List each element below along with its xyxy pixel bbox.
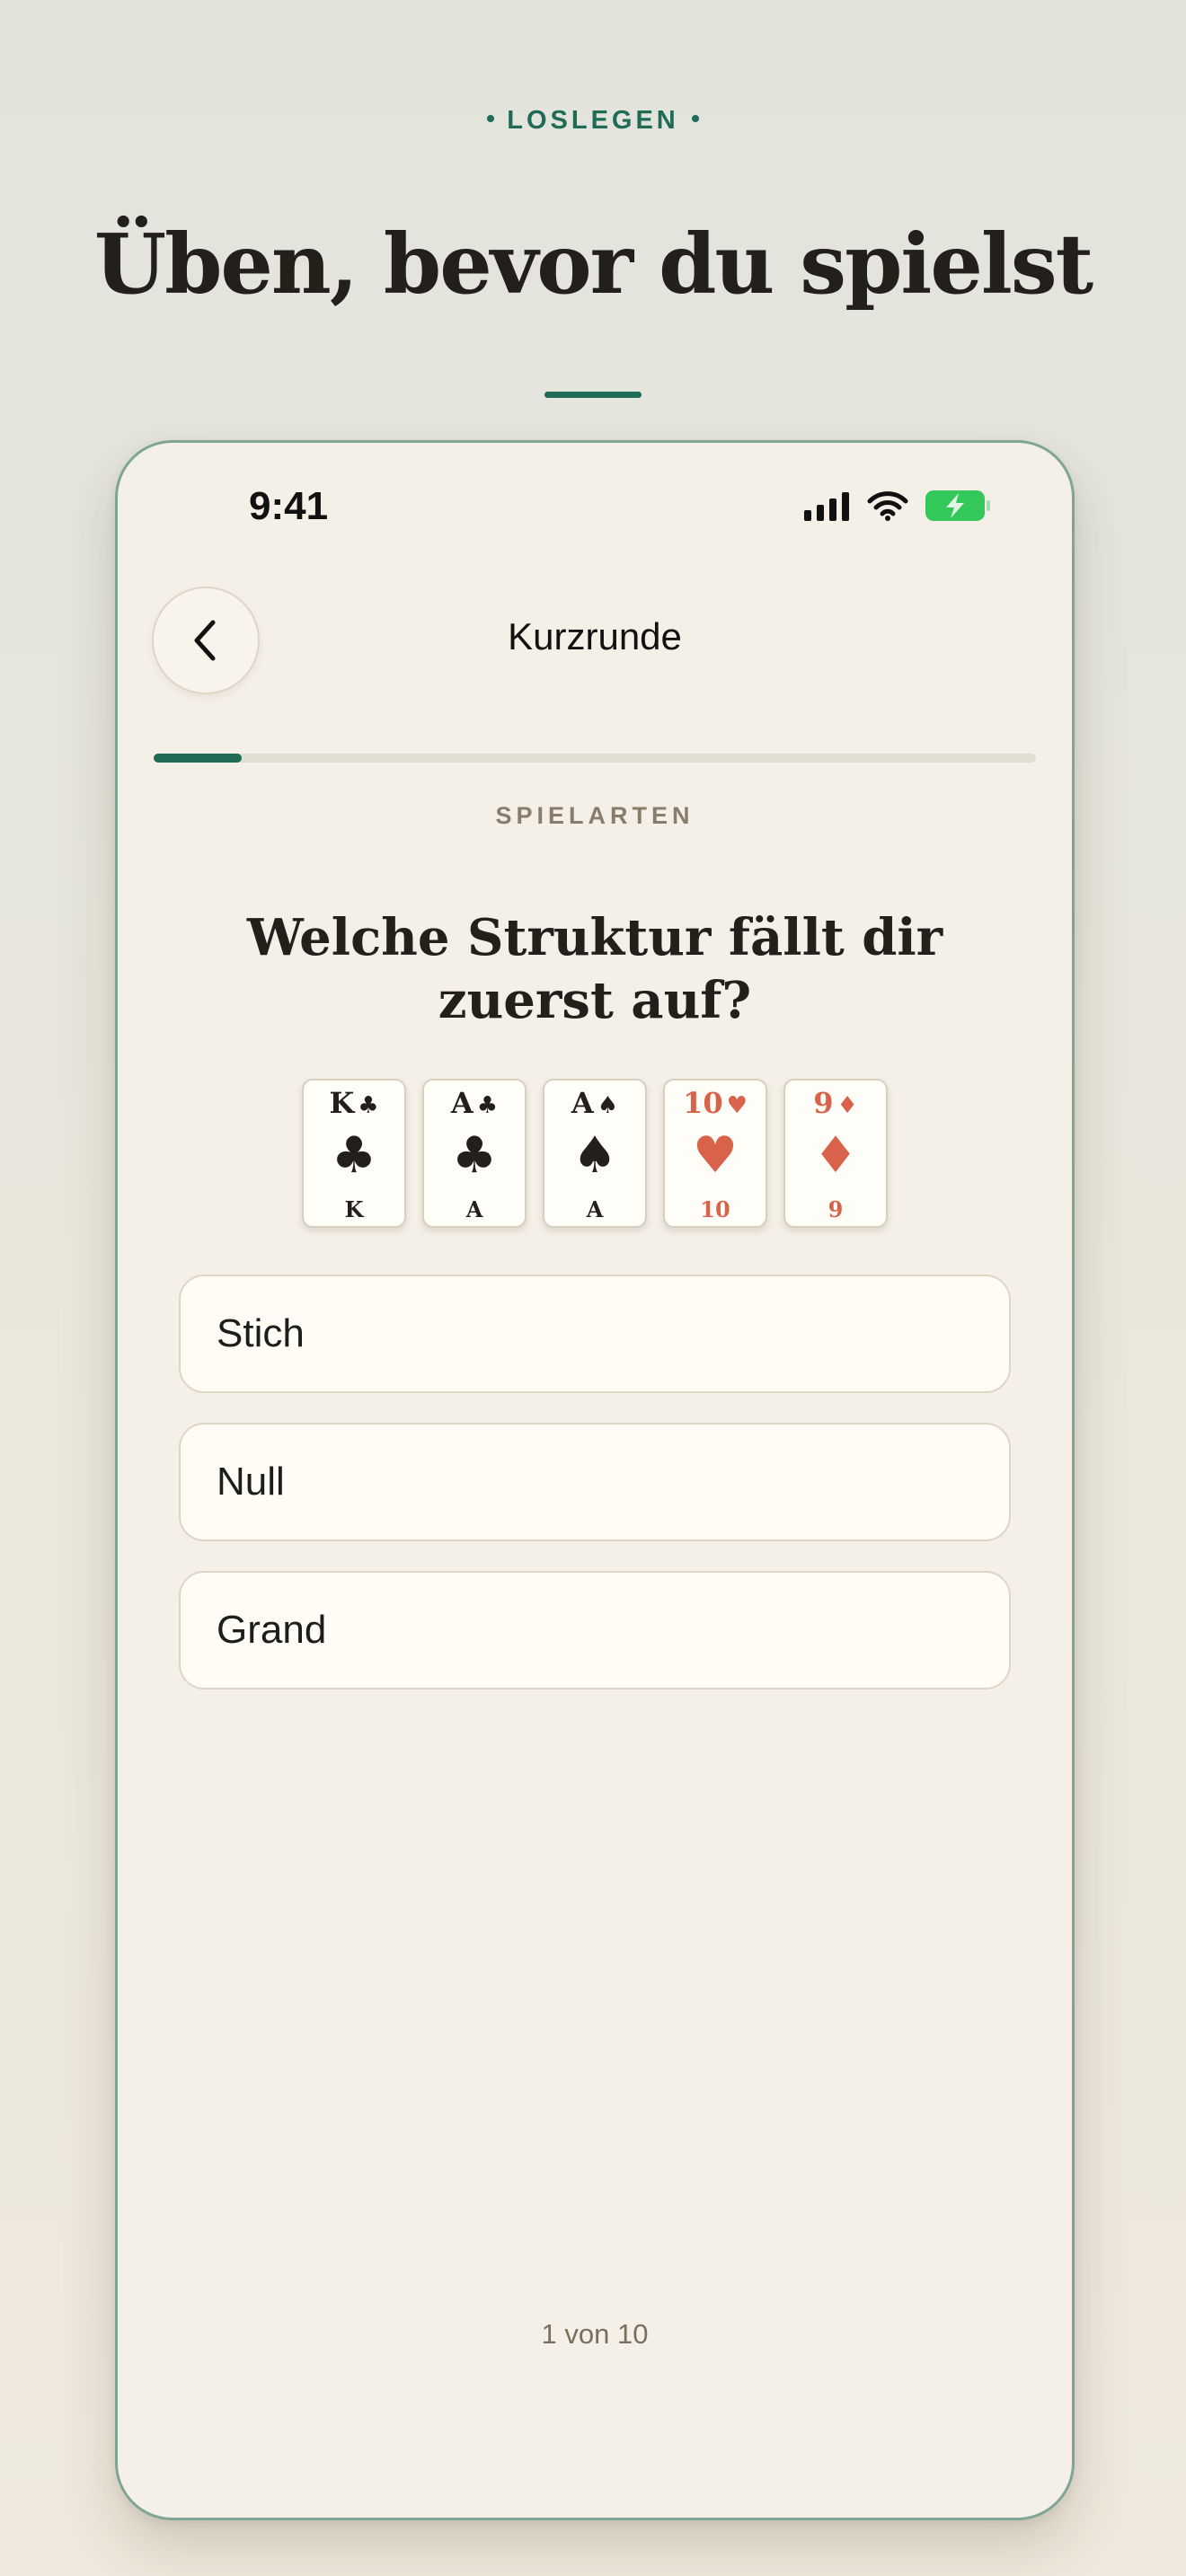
- cellular-signal-icon: [804, 492, 849, 521]
- answer-option-grand[interactable]: Grand: [179, 1571, 1011, 1689]
- playing-card: A ♣ ♣ A: [422, 1079, 527, 1228]
- card-corner: A ♠: [544, 1086, 645, 1120]
- answer-option-label: Grand: [217, 1608, 327, 1652]
- question-category: SPIELARTEN: [495, 802, 695, 829]
- eyebrow: LOSLEGEN: [0, 106, 1186, 136]
- nav-title: Kurzrunde: [508, 615, 682, 657]
- card-suit-icon: ♦: [812, 1126, 859, 1185]
- progress-fill: [154, 754, 243, 763]
- card-rank-bottom: A: [465, 1196, 483, 1222]
- question-counter: 1 von 10: [541, 2318, 649, 2350]
- playing-card: A ♠ ♠ A: [543, 1079, 647, 1228]
- page-headline: Üben, bevor du spielst: [93, 216, 1093, 313]
- playing-card: 10 ♥ ♥ 10: [663, 1079, 767, 1228]
- battery-charging-icon: [925, 490, 990, 521]
- status-time: 9:41: [249, 484, 329, 528]
- card-suit-icon: ♣: [451, 1126, 498, 1185]
- card-suit-small: ♦: [836, 1092, 858, 1119]
- card-corner: 9 ♦: [785, 1086, 886, 1120]
- card-rank: A: [450, 1086, 474, 1120]
- phone-frame: 9:41 Kurzrunde SPIELARTEN Welche Struktu…: [115, 440, 1075, 2520]
- card-suit-small: ♥: [726, 1092, 748, 1119]
- card-suit-icon: ♥: [692, 1126, 739, 1185]
- card-suit-icon: ♣: [331, 1126, 377, 1185]
- card-suit-small: ♣: [476, 1092, 499, 1119]
- card-rank: K: [329, 1086, 355, 1120]
- card-corner: K ♣: [304, 1086, 404, 1120]
- card-suit-small: ♠: [597, 1092, 619, 1119]
- card-rank: 10: [683, 1086, 723, 1120]
- answer-options: Stich Null Grand: [179, 1275, 1011, 1719]
- status-icons: [804, 488, 991, 524]
- answer-option-null[interactable]: Null: [179, 1423, 1011, 1541]
- card-rank: 9: [813, 1086, 834, 1120]
- playing-card: K ♣ ♣ K: [302, 1079, 406, 1228]
- card-rank-bottom: K: [344, 1196, 364, 1222]
- card-rank: A: [571, 1086, 594, 1120]
- card-corner: 10 ♥: [665, 1086, 766, 1120]
- wifi-icon: [867, 491, 908, 521]
- eyebrow-label: LOSLEGEN: [507, 106, 679, 135]
- eyebrow-dot-left: [487, 115, 495, 123]
- progress-bar: [154, 754, 1036, 763]
- card-corner: A ♣: [424, 1086, 525, 1120]
- card-hand: K ♣ ♣ K A ♣ ♣ A A ♠ ♠ A 10 ♥ ♥ 10 9 ♦ ♦ 9: [118, 1079, 1072, 1228]
- headline-divider: [544, 392, 642, 398]
- playing-card: 9 ♦ ♦ 9: [783, 1079, 888, 1228]
- answer-option-label: Null: [217, 1460, 285, 1504]
- card-rank-bottom: A: [586, 1196, 604, 1222]
- card-rank-bottom: 10: [700, 1196, 730, 1222]
- question-text: Welche Struktur fällt dir zuerst auf?: [246, 908, 943, 1030]
- answer-option-label: Stich: [217, 1311, 305, 1355]
- card-rank-bottom: 9: [828, 1196, 844, 1222]
- card-suit-small: ♣: [358, 1092, 379, 1119]
- card-suit-icon: ♠: [571, 1126, 618, 1185]
- eyebrow-dot-right: [691, 115, 699, 123]
- answer-option-stich[interactable]: Stich: [179, 1275, 1011, 1393]
